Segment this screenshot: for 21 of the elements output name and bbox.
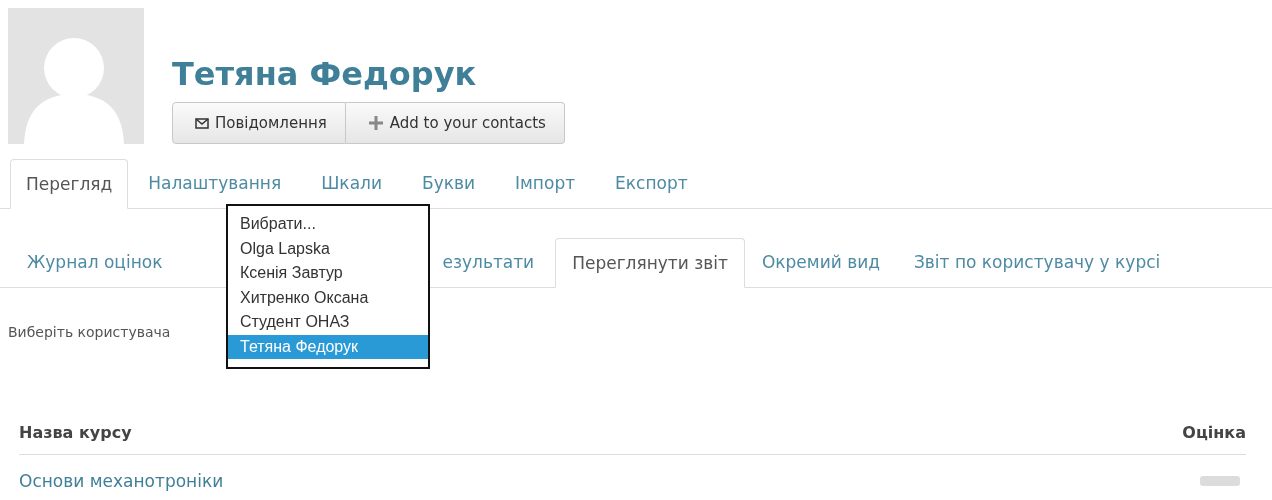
tab[interactable]: Окремий вид <box>744 237 897 287</box>
column-header: Назва курсу <box>19 422 132 442</box>
column-header: Оцінка <box>1182 422 1246 442</box>
field-label: Виберіть користувача <box>8 324 172 340</box>
tab[interactable]: Налаштування <box>128 158 302 208</box>
tab[interactable]: езультати <box>441 237 536 287</box>
add-contact-button[interactable]: Add to your contacts <box>345 102 565 144</box>
plus-icon <box>367 115 384 131</box>
dropdown-option[interactable]: Тетяна Федорук <box>228 334 428 359</box>
tab[interactable]: Імпорт <box>495 158 596 208</box>
tab[interactable]: Звіт по користувачу у курсі <box>896 237 1178 287</box>
tab[interactable]: Перегляд <box>10 159 129 209</box>
tab[interactable]: Шкали <box>301 158 402 208</box>
envelope-icon <box>195 117 209 129</box>
tab[interactable]: Букви <box>401 158 496 208</box>
course-link[interactable]: Основи механотроніки <box>19 471 224 491</box>
tab[interactable]: Переглянути звіт <box>555 238 745 288</box>
message-button[interactable]: Повідомлення <box>172 102 346 144</box>
tab[interactable]: Експорт <box>595 158 708 208</box>
tab[interactable]: Журнал оцінок <box>10 237 180 287</box>
user-name: Тетяна Федорук <box>172 54 478 94</box>
